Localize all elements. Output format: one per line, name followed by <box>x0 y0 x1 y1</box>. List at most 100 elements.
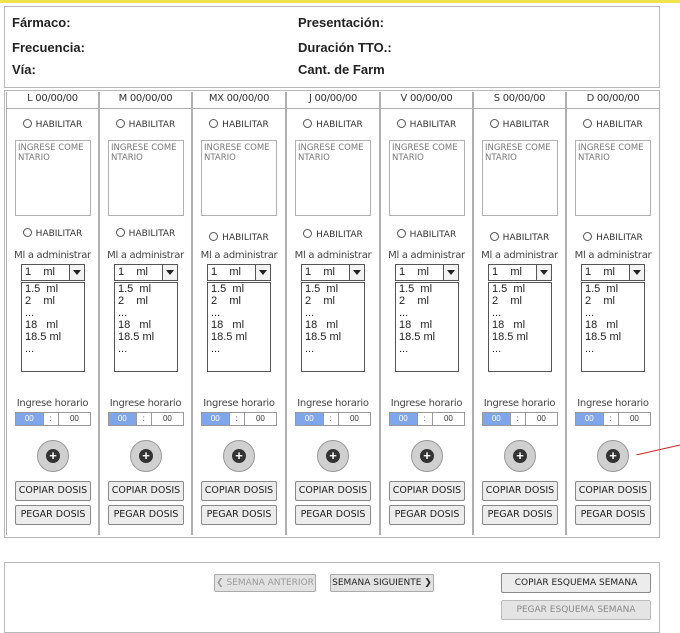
ml-option[interactable]: ... <box>305 307 361 319</box>
prev-week-button[interactable]: ❮ SEMANA ANTERIOR <box>214 574 316 592</box>
enable-comment-radio[interactable]: HABILITAR <box>7 119 98 130</box>
ml-select[interactable]: 1 ml <box>114 264 178 281</box>
enable-dose-radio[interactable]: HABILITAR <box>381 229 472 240</box>
next-week-button[interactable]: SEMANA SIGUIENTE ❯ <box>330 574 434 592</box>
copy-dose-button[interactable]: COPIAR DOSIS <box>575 481 651 501</box>
hour-field[interactable]: 00 <box>109 413 136 425</box>
ml-option[interactable]: ... <box>492 343 548 355</box>
chevron-down-icon[interactable] <box>443 265 458 280</box>
ml-option[interactable]: 2 ml <box>399 295 455 307</box>
time-input[interactable]: 00:00 <box>575 412 651 426</box>
ml-option[interactable]: ... <box>492 307 548 319</box>
ml-option[interactable]: 1.5 ml <box>25 283 81 295</box>
enable-comment-radio[interactable]: HABILITAR <box>474 119 565 130</box>
minute-field[interactable]: 00 <box>619 413 650 425</box>
ml-option[interactable]: 2 ml <box>585 295 641 307</box>
ml-option[interactable]: 1.5 ml <box>399 283 455 295</box>
ml-option[interactable]: 18 ml <box>399 319 455 331</box>
paste-dose-button[interactable]: PEGAR DOSIS <box>389 505 465 525</box>
paste-dose-button[interactable]: PEGAR DOSIS <box>575 505 651 525</box>
ml-option[interactable]: ... <box>211 343 267 355</box>
copy-schema-button[interactable]: COPIAR ESQUEMA SEMANA <box>501 573 651 593</box>
ml-options-list[interactable]: 1.5 ml 2 ml... 18 ml 18.5 ml... <box>488 282 552 372</box>
comment-input[interactable]: INGRESE COMENTARIO <box>201 140 277 216</box>
chevron-down-icon[interactable] <box>349 265 364 280</box>
comment-input[interactable]: INGRESE COMENTARIO <box>295 140 371 216</box>
hour-field[interactable]: 00 <box>390 413 417 425</box>
ml-option[interactable]: ... <box>211 307 267 319</box>
enable-dose-radio[interactable]: HABILITAR <box>567 232 659 243</box>
ml-option[interactable]: 2 ml <box>25 295 81 307</box>
ml-option[interactable]: 1.5 ml <box>492 283 548 295</box>
comment-input[interactable]: INGRESE COMENTARIO <box>108 140 184 216</box>
ml-option[interactable]: 18.5 ml <box>25 331 81 343</box>
time-input[interactable]: 00:00 <box>108 412 184 426</box>
ml-option[interactable]: 2 ml <box>211 295 267 307</box>
ml-option[interactable]: ... <box>585 343 641 355</box>
minute-field[interactable]: 00 <box>245 413 276 425</box>
ml-options-list[interactable]: 1.5 ml 2 ml... 18 ml 18.5 ml... <box>114 282 178 372</box>
ml-option[interactable]: 18.5 ml <box>492 331 548 343</box>
chevron-down-icon[interactable] <box>536 265 551 280</box>
ml-option[interactable]: ... <box>25 343 81 355</box>
ml-option[interactable]: 2 ml <box>492 295 548 307</box>
ml-options-list[interactable]: 1.5 ml 2 ml... 18 ml 18.5 ml... <box>21 282 85 372</box>
time-input[interactable]: 00:00 <box>201 412 277 426</box>
ml-option[interactable]: ... <box>399 307 455 319</box>
add-dose-button[interactable]: + <box>37 440 69 472</box>
ml-option[interactable]: 18 ml <box>492 319 548 331</box>
add-dose-button[interactable]: + <box>130 440 162 472</box>
minute-field[interactable]: 00 <box>433 413 464 425</box>
ml-option[interactable]: 1.5 ml <box>211 283 267 295</box>
ml-option[interactable]: ... <box>118 343 174 355</box>
comment-input[interactable]: INGRESE COMENTARIO <box>482 140 558 216</box>
enable-dose-radio[interactable]: HABILITAR <box>100 228 191 239</box>
ml-option[interactable]: ... <box>585 307 641 319</box>
paste-dose-button[interactable]: PEGAR DOSIS <box>108 505 184 525</box>
ml-option[interactable]: 18.5 ml <box>211 331 267 343</box>
minute-field[interactable]: 00 <box>339 413 370 425</box>
chevron-down-icon[interactable] <box>629 265 644 280</box>
hour-field[interactable]: 00 <box>202 413 229 425</box>
ml-option[interactable]: 1.5 ml <box>585 283 641 295</box>
enable-dose-radio[interactable]: HABILITAR <box>287 229 379 240</box>
ml-options-list[interactable]: 1.5 ml 2 ml... 18 ml 18.5 ml... <box>207 282 271 372</box>
minute-field[interactable]: 00 <box>526 413 557 425</box>
ml-option[interactable]: 2 ml <box>118 295 174 307</box>
enable-comment-radio[interactable]: HABILITAR <box>193 119 285 130</box>
ml-option[interactable]: 1.5 ml <box>118 283 174 295</box>
copy-dose-button[interactable]: COPIAR DOSIS <box>15 481 91 501</box>
add-dose-button[interactable]: + <box>504 440 536 472</box>
ml-select[interactable]: 1 ml <box>301 264 365 281</box>
hour-field[interactable]: 00 <box>576 413 603 425</box>
comment-input[interactable]: INGRESE COMENTARIO <box>15 140 91 216</box>
ml-option[interactable]: 18 ml <box>118 319 174 331</box>
add-dose-button[interactable]: + <box>411 440 443 472</box>
ml-option[interactable]: 18.5 ml <box>305 331 361 343</box>
hour-field[interactable]: 00 <box>483 413 510 425</box>
ml-option[interactable]: 18 ml <box>25 319 81 331</box>
enable-comment-radio[interactable]: HABILITAR <box>287 119 379 130</box>
comment-input[interactable]: INGRESE COMENTARIO <box>389 140 465 216</box>
paste-dose-button[interactable]: PEGAR DOSIS <box>295 505 371 525</box>
enable-comment-radio[interactable]: HABILITAR <box>381 119 472 130</box>
copy-dose-button[interactable]: COPIAR DOSIS <box>295 481 371 501</box>
ml-option[interactable]: ... <box>25 307 81 319</box>
copy-dose-button[interactable]: COPIAR DOSIS <box>389 481 465 501</box>
chevron-down-icon[interactable] <box>69 265 84 280</box>
time-input[interactable]: 00:00 <box>295 412 371 426</box>
time-input[interactable]: 00:00 <box>389 412 465 426</box>
enable-dose-radio[interactable]: HABILITAR <box>474 232 565 243</box>
copy-dose-button[interactable]: COPIAR DOSIS <box>482 481 558 501</box>
chevron-down-icon[interactable] <box>162 265 177 280</box>
chevron-down-icon[interactable] <box>255 265 270 280</box>
ml-options-list[interactable]: 1.5 ml 2 ml... 18 ml 18.5 ml... <box>301 282 365 372</box>
copy-dose-button[interactable]: COPIAR DOSIS <box>108 481 184 501</box>
hour-field[interactable]: 00 <box>16 413 43 425</box>
paste-dose-button[interactable]: PEGAR DOSIS <box>482 505 558 525</box>
add-dose-button[interactable]: + <box>223 440 255 472</box>
ml-option[interactable]: ... <box>399 343 455 355</box>
ml-option[interactable]: 18.5 ml <box>118 331 174 343</box>
enable-comment-radio[interactable]: HABILITAR <box>100 119 191 130</box>
ml-option[interactable]: ... <box>305 343 361 355</box>
